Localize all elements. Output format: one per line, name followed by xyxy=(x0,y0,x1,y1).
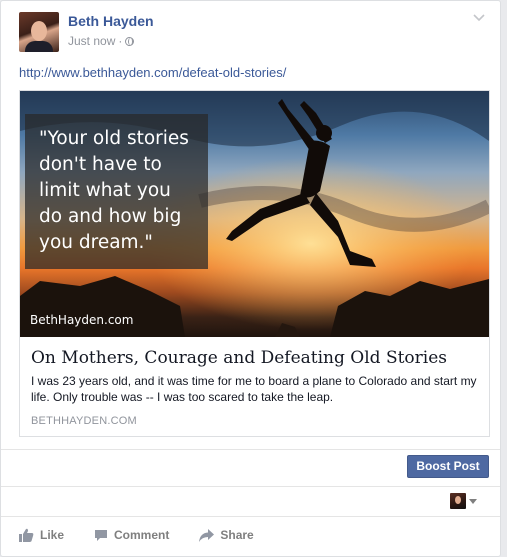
quote-line: "Your old stories xyxy=(39,128,189,149)
divider xyxy=(1,486,500,487)
meta-separator: · xyxy=(118,34,123,48)
preview-description: I was 23 years old, and it was time for … xyxy=(31,374,477,404)
comment-label: Comment xyxy=(114,528,170,542)
author-avatar[interactable] xyxy=(19,12,59,52)
quote-text: "Your old stories don't have to limit wh… xyxy=(39,126,204,256)
timestamp[interactable]: Just now xyxy=(68,34,115,48)
preview-title[interactable]: On Mothers, Courage and Defeating Old St… xyxy=(31,347,481,369)
comment-icon xyxy=(95,529,108,541)
quote-line: limit what you xyxy=(39,180,171,201)
quote-overlay: "Your old stories don't have to limit wh… xyxy=(25,114,208,269)
preview-image[interactable]: "Your old stories don't have to limit wh… xyxy=(20,91,489,337)
comment-as-selector[interactable] xyxy=(450,492,484,510)
caret-down-icon xyxy=(469,498,477,504)
globe-icon[interactable] xyxy=(125,36,135,46)
link-preview[interactable]: "Your old stories don't have to limit wh… xyxy=(19,90,490,437)
like-label: Like xyxy=(40,528,65,542)
image-watermark: BethHayden.com xyxy=(30,313,134,327)
chevron-down-icon[interactable] xyxy=(473,14,485,26)
quote-line: don't have to xyxy=(39,154,162,175)
preview-domain: BETHHAYDEN.COM xyxy=(31,415,137,427)
boost-post-button[interactable]: Boost Post xyxy=(407,455,489,478)
avatar-shirt xyxy=(25,41,53,52)
share-label: Share xyxy=(220,528,254,542)
post-card: Beth Hayden Just now · http://www.bethha… xyxy=(0,0,501,557)
share-arrow-icon xyxy=(199,528,215,542)
current-user-avatar xyxy=(450,493,466,509)
quote-line: you dream." xyxy=(39,232,153,253)
avatar-face xyxy=(31,21,47,41)
divider xyxy=(1,516,500,517)
divider xyxy=(1,449,500,450)
post-actions: Like Comment Share xyxy=(19,525,284,545)
comment-button[interactable]: Comment xyxy=(94,528,169,542)
post-header: Beth Hayden Just now · xyxy=(19,12,489,52)
share-button[interactable]: Share xyxy=(199,528,254,542)
thumbs-up-icon xyxy=(19,528,34,542)
like-button[interactable]: Like xyxy=(19,528,64,542)
post-link[interactable]: http://www.bethhayden.com/defeat-old-sto… xyxy=(19,65,286,80)
author-name[interactable]: Beth Hayden xyxy=(68,13,154,29)
preview-text[interactable]: On Mothers, Courage and Defeating Old St… xyxy=(31,347,481,427)
quote-line: do and how big xyxy=(39,206,182,227)
post-meta: Just now · xyxy=(68,34,135,48)
